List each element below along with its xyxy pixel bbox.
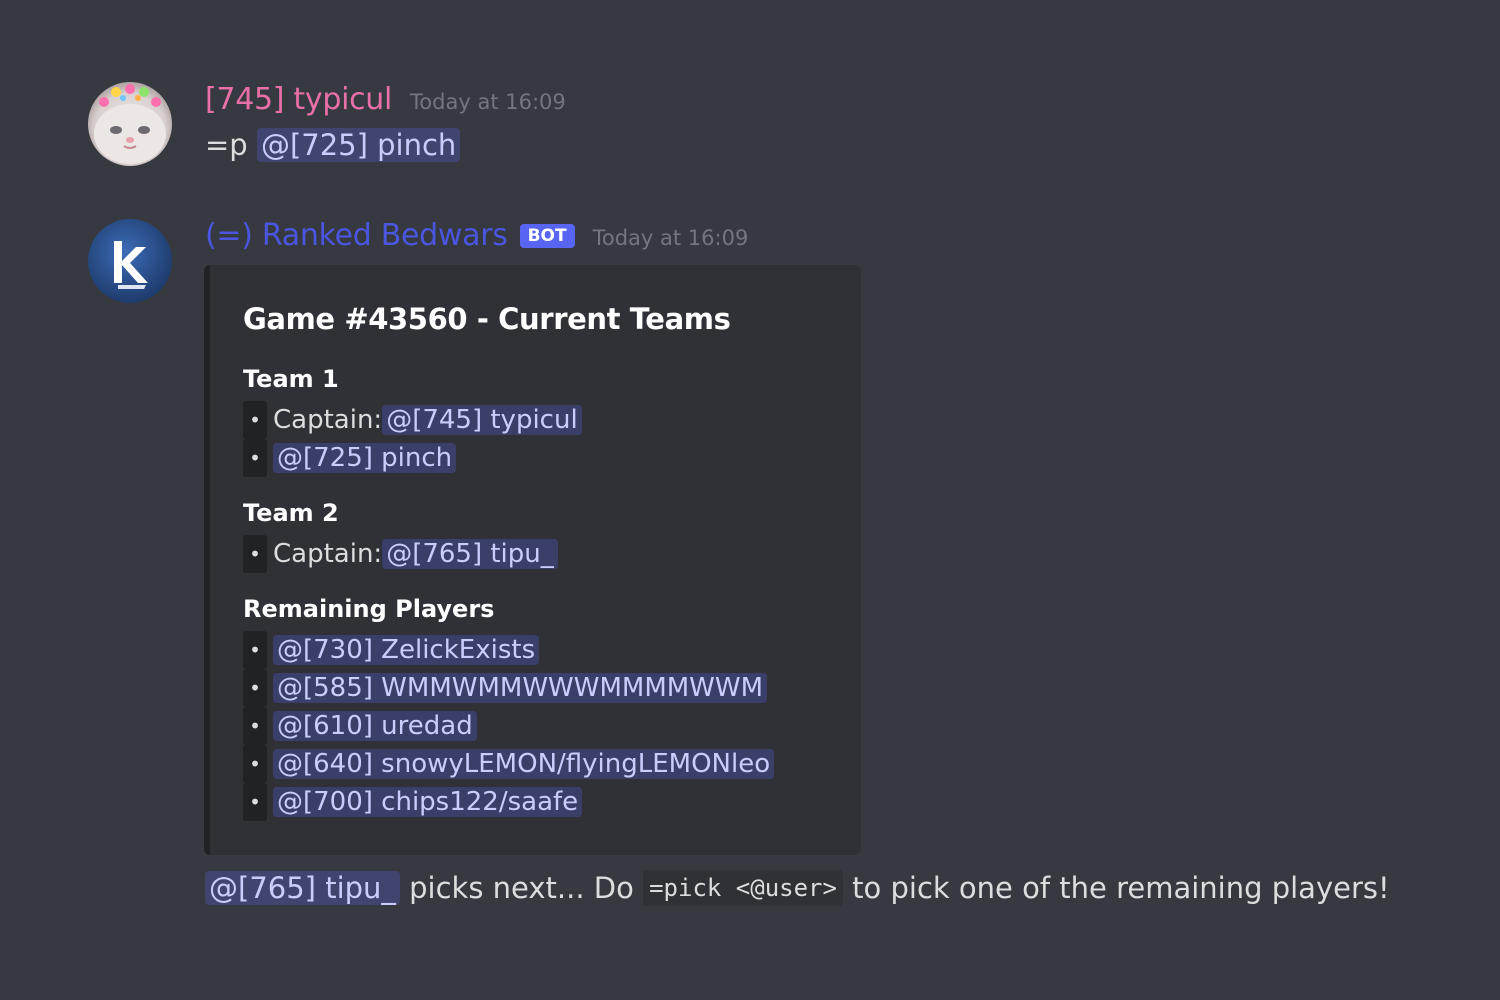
list-item: • @[725] pinch xyxy=(243,439,457,477)
bullet-icon: • xyxy=(243,669,267,707)
list-item: • Captain: @[765] tipu_ xyxy=(243,535,558,573)
username[interactable]: [745] typicul xyxy=(205,82,392,117)
field-name-team-2: Team 2 xyxy=(243,499,339,527)
field-name-team-1: Team 1 xyxy=(243,365,339,393)
user-mention[interactable]: @[765] tipu_ xyxy=(382,539,558,569)
bullet-icon: • xyxy=(243,535,267,573)
avatar-typicul[interactable] xyxy=(88,82,172,166)
user-mention[interactable]: @[610] uredad xyxy=(273,711,477,741)
message-header: [745] typicul Today at 16:09 xyxy=(205,82,566,117)
timestamp: Today at 16:09 xyxy=(410,90,566,114)
user-mention[interactable]: @[700] chips122/saafe xyxy=(273,787,583,817)
message-footer-content: @[765] tipu_ picks next... Do =pick <@us… xyxy=(205,870,1390,906)
list-item: • @[610] uredad xyxy=(243,707,477,745)
user-mention[interactable]: @[725] pinch xyxy=(273,443,457,473)
username[interactable]: (=) Ranked Bedwars xyxy=(205,218,508,253)
footer-text: picks next... Do xyxy=(399,871,644,905)
list-item: • Captain: @[745] typicul xyxy=(243,401,582,439)
chat-messages: [745] typicul Today at 16:09 =p @[725] p… xyxy=(0,0,1500,1000)
bullet-icon: • xyxy=(243,439,267,477)
list-item: • @[640] snowyLEMON/flyingLEMONleo xyxy=(243,745,775,783)
bullet-icon: • xyxy=(243,745,267,783)
user-mention[interactable]: @[640] snowyLEMON/flyingLEMONleo xyxy=(273,749,775,779)
embed-title: Game #43560 - Current Teams xyxy=(243,302,731,336)
field-label: Captain: xyxy=(273,405,383,435)
message-content: =p @[725] pinch xyxy=(205,128,461,162)
list-item: • @[730] ZelickExists xyxy=(243,631,540,669)
user-mention[interactable]: @[745] typicul xyxy=(382,405,582,435)
field-name-remaining-players: Remaining Players xyxy=(243,595,495,623)
bot-tag: BOT xyxy=(519,224,575,248)
message-header: (=) Ranked Bedwars BOT Today at 16:09 xyxy=(205,218,748,253)
list-item: • @[700] chips122/saafe xyxy=(243,783,583,821)
user-mention[interactable]: @[730] ZelickExists xyxy=(273,635,540,665)
timestamp: Today at 16:09 xyxy=(592,226,749,250)
command-text: =p xyxy=(205,128,248,162)
list-item: • @[585] WMMWMMWWWMMMMWWM xyxy=(243,669,768,707)
field-label: Captain: xyxy=(273,539,383,569)
embed: Game #43560 - Current Teams Team 1 • Cap… xyxy=(204,265,861,855)
user-mention[interactable]: @[765] tipu_ xyxy=(205,871,400,905)
user-mention[interactable]: @[585] WMMWMMWWWMMMMWWM xyxy=(273,673,768,703)
bullet-icon: • xyxy=(243,707,267,745)
bullet-icon: • xyxy=(243,401,267,439)
bullet-icon: • xyxy=(243,783,267,821)
inline-code: =pick <@user> xyxy=(643,870,843,906)
bullet-icon: • xyxy=(243,631,267,669)
user-mention[interactable]: @[725] pinch xyxy=(256,128,461,162)
footer-text: to pick one of the remaining players! xyxy=(842,871,1390,905)
avatar-ranked-bedwars[interactable] xyxy=(88,219,172,303)
